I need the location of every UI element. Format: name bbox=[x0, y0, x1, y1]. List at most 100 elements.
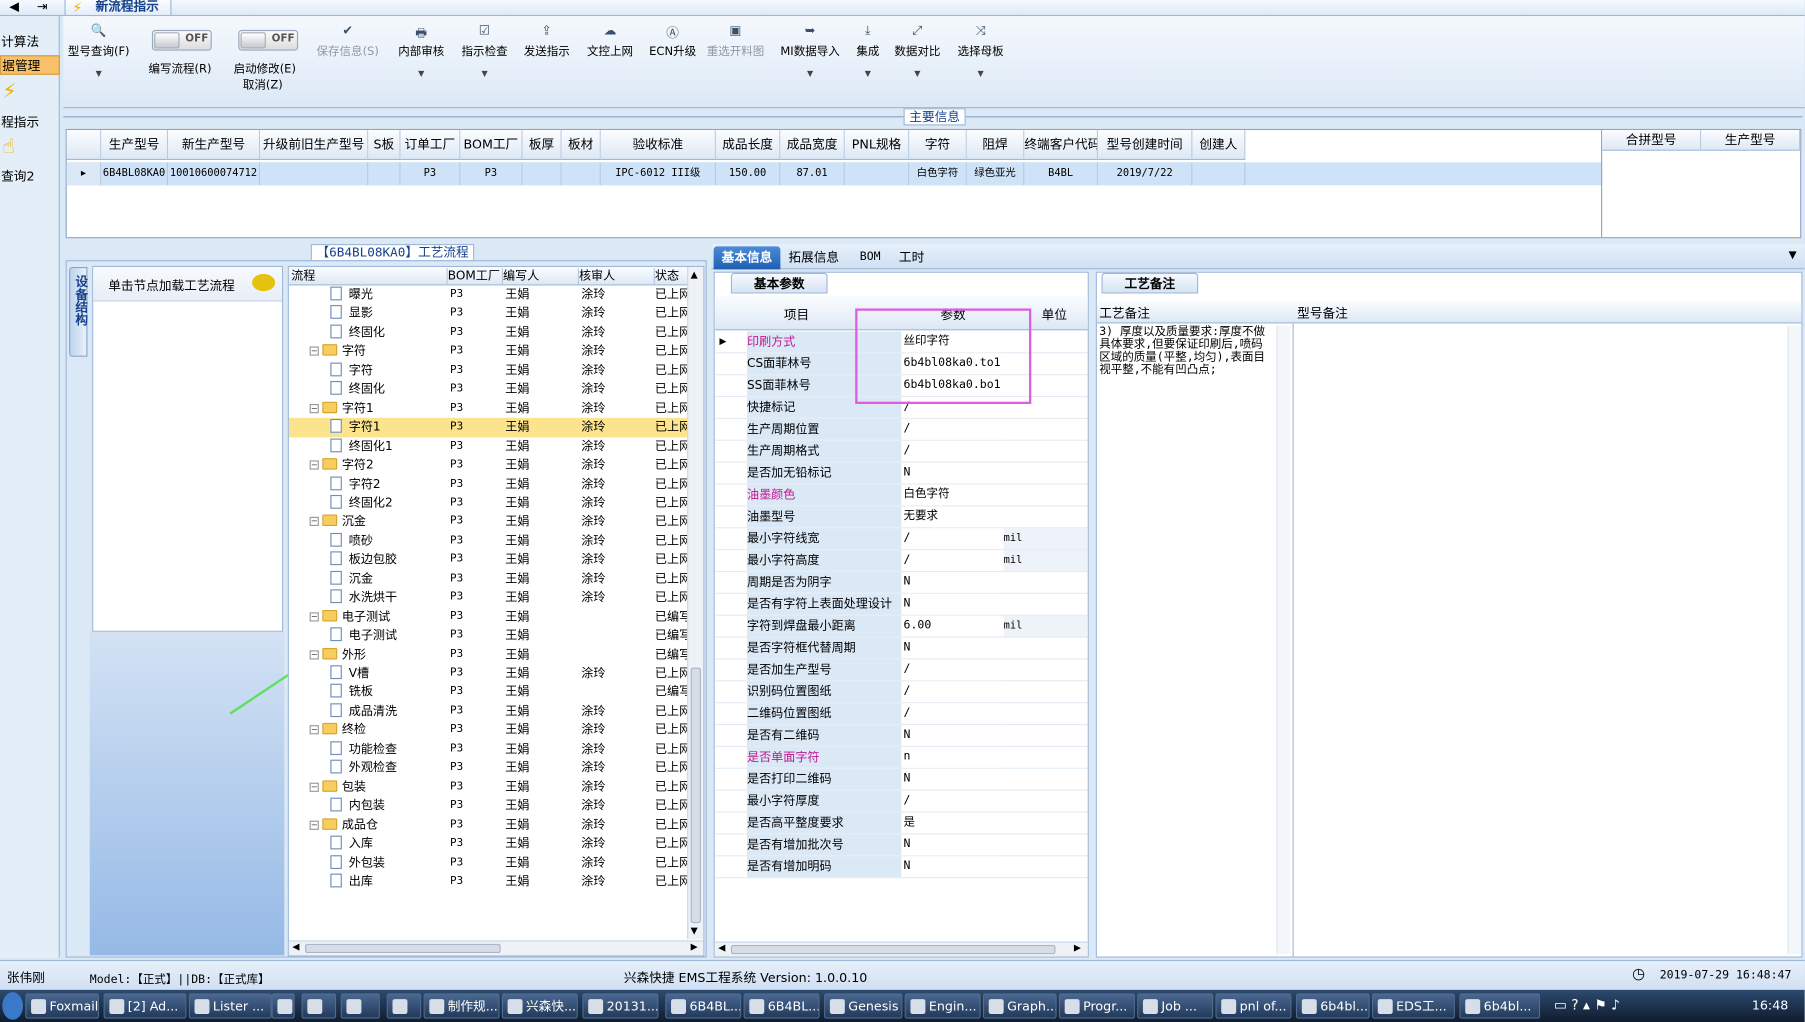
mi-import-button[interactable]: ➥ MI数据导入 ▼ bbox=[780, 23, 839, 78]
tree-row[interactable]: V槽 P3 王娟 涂玲 已上网 bbox=[289, 664, 687, 683]
scroll-down-icon[interactable]: ▼ bbox=[691, 925, 698, 935]
column-header[interactable]: 板厚 bbox=[522, 130, 562, 160]
table-cell[interactable]: P3 bbox=[460, 162, 523, 186]
taskbar-pinned-icon[interactable] bbox=[271, 993, 295, 1019]
table-cell[interactable]: P3 bbox=[400, 162, 461, 186]
save-info-button[interactable]: ✔ 保存信息(S) bbox=[317, 23, 379, 59]
param-row[interactable]: 生产周期格式 / bbox=[714, 440, 1088, 463]
tree-column-header[interactable]: 流程 bbox=[291, 268, 448, 285]
table-cell[interactable] bbox=[1192, 162, 1246, 186]
param-value[interactable]: N bbox=[903, 462, 1003, 484]
tree-row[interactable]: 终固化1 P3 王娟 涂玲 已上网 bbox=[289, 437, 687, 456]
param-row[interactable]: 是否打印二维码 N bbox=[714, 768, 1088, 791]
table-cell[interactable]: 2019/7/22 bbox=[1098, 162, 1193, 186]
tree-row[interactable]: − 外形 P3 王娟 已编写 bbox=[289, 645, 687, 664]
tree-row[interactable]: 字符2 P3 王娟 涂玲 已上网 bbox=[289, 475, 687, 494]
column-header[interactable]: 订单工厂 bbox=[400, 130, 461, 160]
param-value[interactable]: / bbox=[903, 440, 1003, 462]
tree-row[interactable]: 字符 P3 王娟 涂玲 已上网 bbox=[289, 361, 687, 380]
param-row[interactable]: 是否有字符上表面处理设计 N bbox=[714, 593, 1088, 616]
system-tray-icon[interactable]: ▭ ? ▴ ⚑ ♪ bbox=[1554, 997, 1620, 1013]
taskbar-item[interactable]: Lister ... bbox=[188, 993, 272, 1019]
column-header[interactable]: 合拼型号 bbox=[1602, 130, 1702, 151]
tab-new-flow[interactable]: ⚡ 新流程指示 bbox=[64, 0, 172, 17]
table-cell[interactable] bbox=[260, 162, 369, 186]
scroll-right-icon[interactable]: ▶ bbox=[691, 942, 698, 952]
param-value[interactable]: 无要求 bbox=[903, 506, 1003, 528]
side-tab-equipment[interactable]: 设备结构 bbox=[69, 267, 89, 357]
param-row[interactable]: 二维码位置图纸 / bbox=[714, 703, 1088, 726]
taskbar-pinned-icon[interactable] bbox=[340, 993, 380, 1019]
model-remark-scrollbar[interactable] bbox=[1787, 325, 1802, 955]
collapse-icon[interactable]: − bbox=[309, 782, 319, 792]
param-value[interactable]: N bbox=[903, 768, 1003, 790]
param-row[interactable]: 是否有二维码 N bbox=[714, 725, 1088, 747]
remark-scrollbar[interactable] bbox=[1276, 325, 1291, 955]
param-value[interactable]: / bbox=[903, 790, 1003, 812]
table-cell[interactable]: 150.00 bbox=[715, 162, 781, 186]
param-value[interactable]: N bbox=[903, 593, 1003, 615]
table-cell[interactable] bbox=[368, 162, 401, 186]
taskbar-item[interactable]: Progr... bbox=[1058, 993, 1135, 1019]
tree-row[interactable]: − 字符1 P3 王娟 涂玲 已上网 bbox=[289, 399, 687, 418]
param-value[interactable]: 6.00 bbox=[903, 615, 1003, 637]
param-row[interactable]: 是否有增加明码 N bbox=[714, 856, 1088, 879]
tree-row[interactable]: 终固化 P3 王娟 涂玲 已上网 bbox=[289, 323, 687, 342]
hscroll-thumb[interactable] bbox=[730, 944, 1056, 955]
column-header[interactable]: 新生产型号 bbox=[168, 130, 261, 160]
collapse-icon[interactable]: − bbox=[309, 517, 319, 527]
column-header[interactable]: 字符 bbox=[909, 130, 967, 160]
tree-row[interactable]: 入库 P3 王娟 涂玲 已上网 bbox=[289, 835, 687, 854]
tree-row[interactable]: 字符1 P3 王娟 涂玲 已上网 bbox=[288, 417, 688, 437]
instruction-check-button[interactable]: ☑ 指示检查 ▼ bbox=[462, 23, 508, 78]
taskbar-item[interactable]: Foxmail bbox=[25, 993, 99, 1019]
taskbar-item[interactable]: EDS工... bbox=[1371, 993, 1455, 1019]
column-header[interactable]: 生产型号 bbox=[1701, 130, 1801, 151]
tree-row[interactable]: 铣板 P3 王娟 已编写 bbox=[289, 683, 687, 702]
collapse-icon[interactable]: − bbox=[309, 403, 319, 413]
flow-tree[interactable]: 流程BOM工厂编写人核审人状态 曝光P3王娟涂玲已上网显影P3王娟涂玲已上网终固… bbox=[287, 265, 705, 957]
tree-row[interactable]: 曝光 P3 王娟 涂玲 已上网 bbox=[289, 285, 687, 304]
table-cell[interactable] bbox=[844, 162, 910, 186]
taskbar-item[interactable]: pnl of... bbox=[1215, 993, 1292, 1019]
taskbar-item[interactable]: Job ... bbox=[1137, 993, 1214, 1019]
taskbar-item[interactable]: 6B4BL... bbox=[743, 993, 820, 1019]
tree-row[interactable]: − 包装 P3 王娟 涂玲 已上网 bbox=[289, 778, 687, 797]
tree-row[interactable]: − 沉金 P3 王娟 涂玲 已上网 bbox=[289, 513, 687, 532]
param-row[interactable]: 是否单面字符 n bbox=[714, 746, 1088, 769]
integrate-button[interactable]: ⤓ 集成 ▼ bbox=[856, 23, 879, 78]
param-row[interactable]: 最小字符高度 / mil bbox=[714, 550, 1088, 573]
tab-work-hours[interactable]: 工时 bbox=[891, 246, 932, 269]
scroll-left-icon[interactable]: ◀ bbox=[292, 942, 299, 952]
scroll-left-icon[interactable]: ◀ bbox=[718, 943, 725, 953]
column-header[interactable]: S板 bbox=[368, 130, 401, 160]
scroll-up-icon[interactable]: ▲ bbox=[691, 269, 698, 279]
cancel-button[interactable]: 取消(Z) bbox=[243, 75, 283, 92]
table-cell[interactable] bbox=[561, 162, 601, 186]
select-motherboard-button[interactable]: ⤨ 选择母板 ▼ bbox=[958, 23, 1004, 78]
column-header[interactable]: 板材 bbox=[561, 130, 601, 160]
param-row[interactable]: 最小字符线宽 / mil bbox=[714, 528, 1088, 551]
column-header[interactable]: 型号创建时间 bbox=[1098, 130, 1193, 160]
param-value[interactable]: 白色字符 bbox=[903, 484, 1003, 506]
tree-row[interactable]: 内包装 P3 王娟 涂玲 已上网 bbox=[289, 797, 687, 816]
taskbar-item[interactable]: 6b4bl... bbox=[1459, 993, 1541, 1019]
param-row[interactable]: 最小字符厚度 / bbox=[714, 790, 1088, 813]
taskbar-item[interactable]: [2] Ad... bbox=[103, 993, 187, 1019]
tree-row[interactable]: 外观检查 P3 王娟 涂玲 已上网 bbox=[289, 759, 687, 778]
tree-column-header[interactable]: 核审人 bbox=[579, 268, 655, 285]
column-header[interactable]: 阻焊 bbox=[966, 130, 1025, 160]
process-remark-text[interactable]: 3) 厚度以及质量要求:厚度不做具体要求,但要保证印刷后,喷码区域的质量(平整,… bbox=[1099, 326, 1272, 377]
param-row[interactable]: 油墨颜色 白色字符 bbox=[714, 484, 1088, 507]
taskbar-item[interactable]: 20131... bbox=[582, 993, 659, 1019]
taskbar-item[interactable]: Genesis bbox=[824, 993, 903, 1019]
left-nav-item[interactable]: 计算法 bbox=[0, 32, 60, 52]
param-value[interactable]: / bbox=[903, 418, 1003, 440]
table-cell[interactable]: 白色字符 bbox=[909, 162, 967, 186]
column-header[interactable]: 成品长度 bbox=[715, 130, 781, 160]
tree-row[interactable]: − 字符 P3 王娟 涂玲 已上网 bbox=[289, 342, 687, 361]
tree-row[interactable]: 显影 P3 王娟 涂玲 已上网 bbox=[289, 304, 687, 323]
param-value[interactable]: N bbox=[903, 856, 1003, 878]
param-value[interactable]: n bbox=[903, 746, 1003, 768]
internal-audit-button[interactable]: 🖶 内部审核 ▼ bbox=[398, 23, 444, 78]
